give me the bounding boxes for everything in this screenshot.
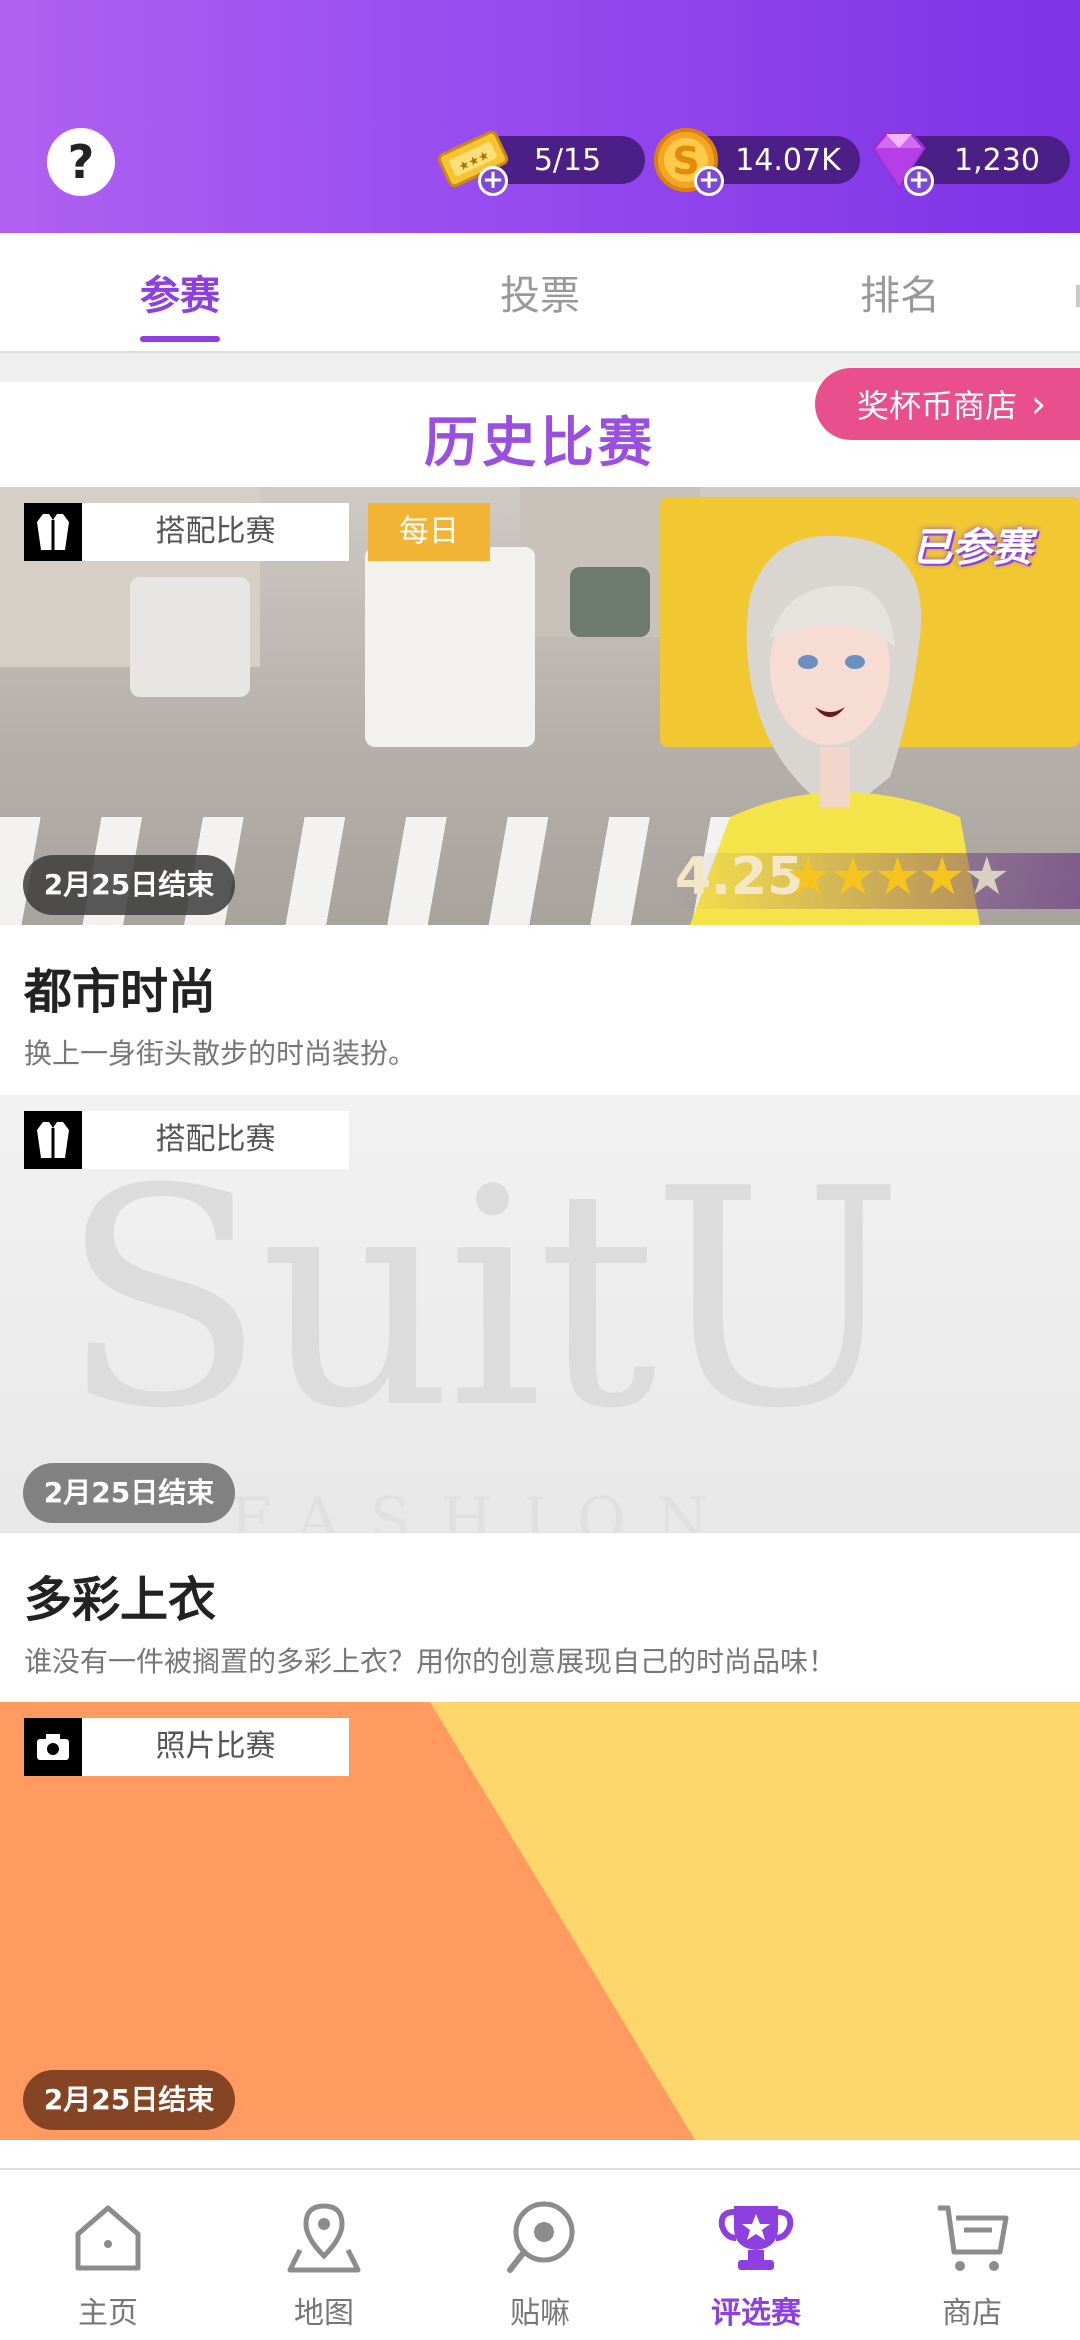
star-icon: ★: [829, 847, 877, 907]
contest-card[interactable]: 照片比赛 2月25日结束: [0, 1702, 1080, 2168]
joined-badge: 已参赛: [912, 525, 1032, 571]
contest-type-tag: 搭配比赛: [24, 503, 349, 561]
suitu-logo-subtext: FASHION: [230, 1485, 739, 1533]
star-icon: ★: [918, 847, 966, 907]
contest-description: 换上一身街头散步的时尚装扮。: [24, 1037, 417, 1070]
tab-join[interactable]: 参赛: [80, 263, 280, 321]
contest-type-label: 照片比赛: [155, 1729, 276, 1764]
suitu-logo-text: SuitU: [60, 1125, 904, 1474]
trophy-shop-button[interactable]: 奖杯币商店 ›: [815, 368, 1080, 440]
contest-type-tag: 照片比赛: [24, 1718, 349, 1776]
chat-icon: [507, 2201, 575, 2273]
contest-title: 都市时尚: [24, 964, 217, 1020]
cart-icon: [938, 2205, 1009, 2271]
star-half-icon: ★: [963, 847, 1011, 907]
active-tab-indicator: [140, 336, 220, 342]
add-gems-button[interactable]: +: [904, 166, 934, 196]
gem-count: 1,230: [954, 142, 1040, 178]
contest-banner: 已参赛 4.25 ★★★★★ 搭配比赛 每日 2月25日结束: [0, 487, 1080, 925]
outfit-icon: [24, 503, 82, 561]
contest-type-label: 搭配比赛: [155, 514, 276, 549]
bottom-navigation: 主页 地图 贴嘛 评选赛 商店: [0, 2168, 1080, 2340]
nav-label: 贴嘛: [510, 2296, 570, 2331]
nav-label: 评选赛: [711, 2296, 801, 2331]
contest-type-tag: 搭配比赛: [24, 1111, 349, 1169]
contest-description: 谁没有一件被搁置的多彩上衣？用你的创意展现自己的时尚品味！: [24, 1645, 837, 1678]
nav-label: 地图: [294, 2296, 354, 2331]
end-date-badge: 2月25日结束: [23, 855, 235, 915]
tab-rank[interactable]: 排名: [800, 263, 1000, 321]
outfit-icon: [24, 1111, 82, 1169]
nav-label: 商店: [942, 2296, 1002, 2331]
nav-label: 主页: [78, 2296, 138, 2331]
nav-shop[interactable]: 商店: [864, 2180, 1080, 2331]
contest-banner: SuitU FASHION 搭配比赛 2月25日结束: [0, 1095, 1080, 1533]
home-icon: [75, 2205, 141, 2271]
end-date-badge: 2月25日结束: [23, 2070, 235, 2130]
map-pin-icon: [287, 2203, 361, 2273]
trophy-icon: [718, 2206, 794, 2270]
ticket-count: 5/15: [533, 142, 602, 178]
daily-badge: 每日: [368, 503, 490, 561]
help-button[interactable]: ?: [47, 128, 115, 196]
add-coins-button[interactable]: +: [694, 166, 724, 196]
end-date-badge: 2月25日结束: [23, 1463, 235, 1523]
contest-card[interactable]: 已参赛 4.25 ★★★★★ 搭配比赛 每日 2月25日结束 都市时尚 换上一身…: [0, 487, 1080, 1095]
rating-stars: ★★★★★: [785, 847, 1011, 907]
star-icon: ★: [874, 847, 921, 907]
tab-vote[interactable]: 投票: [440, 263, 640, 321]
contest-card[interactable]: SuitU FASHION 搭配比赛 2月25日结束 多彩上衣 谁没有一件被搁置…: [0, 1095, 1080, 1702]
tab-bar: 参赛 投票 排名: [0, 233, 1080, 353]
nav-map[interactable]: 地图: [216, 2180, 432, 2331]
coin-count: 14.07K: [735, 142, 841, 178]
nav-posts[interactable]: 贴嘛: [432, 2180, 648, 2331]
contest-banner: 照片比赛 2月25日结束: [0, 1702, 1080, 2140]
trophy-shop-label: 奖杯币商店: [857, 387, 1018, 425]
nav-contest[interactable]: 评选赛: [648, 2180, 864, 2331]
top-header: ? 5/15 ★★★ + 14.07K S + 1,230 +: [0, 0, 1080, 233]
contest-type-label: 搭配比赛: [155, 1122, 276, 1157]
contest-title: 多彩上衣: [24, 1572, 217, 1628]
nav-home[interactable]: 主页: [0, 2180, 216, 2331]
tab-divider: [1076, 285, 1080, 307]
chevron-right-icon: ›: [1031, 382, 1047, 426]
camera-icon: [24, 1718, 82, 1776]
star-icon: ★: [785, 847, 832, 907]
add-tickets-button[interactable]: +: [478, 166, 508, 196]
